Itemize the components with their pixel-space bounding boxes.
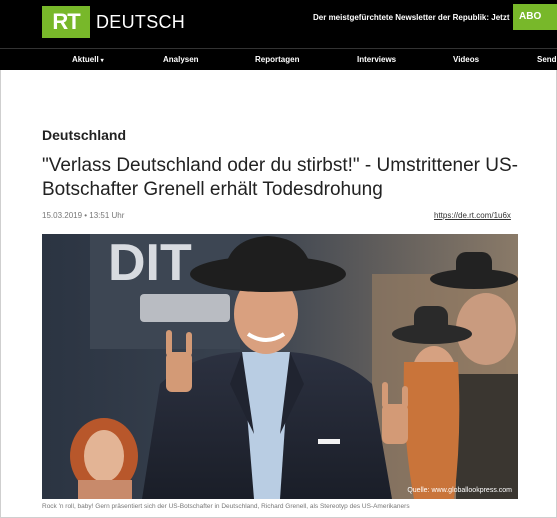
nav-item-label: Aktuell	[72, 55, 99, 64]
site-header: RT DEUTSCH Der meistgefürchtete Newslett…	[0, 0, 557, 48]
section-label[interactable]: Deutschland	[42, 127, 126, 143]
main-nav: Aktuell ▾ Analysen Reportagen Interviews …	[0, 48, 557, 70]
nav-item-reportagen[interactable]: Reportagen	[255, 49, 299, 71]
publish-date: 15.03.2019 • 13:51 Uhr	[42, 211, 125, 220]
photo-illustration: DIT	[42, 234, 518, 499]
photo-caption: Rock 'n roll, baby! Gern präsentiert sic…	[42, 503, 410, 510]
article-photo: DIT Quelle: www.globallookpress.com	[42, 234, 518, 499]
nav-item-videos[interactable]: Videos	[453, 49, 479, 71]
nav-item-aktuell[interactable]: Aktuell ▾	[72, 49, 104, 71]
newsletter-promo[interactable]: Der meistgefürchtete Newsletter der Repu…	[313, 11, 510, 25]
rt-logo[interactable]: RT	[42, 6, 90, 38]
brand-name[interactable]: DEUTSCH	[96, 7, 185, 37]
subscribe-button[interactable]: ABO	[513, 4, 557, 30]
article-title: "Verlass Deutschland oder du stirbst!" -…	[42, 155, 518, 200]
backdrop-sign-text: DIT	[108, 234, 192, 292]
nav-item-sendungen[interactable]: Send	[537, 49, 557, 71]
photo-credit: Quelle: www.globallookpress.com	[407, 487, 512, 494]
short-link[interactable]: https://de.rt.com/1u6x	[434, 211, 511, 220]
nav-item-interviews[interactable]: Interviews	[357, 49, 396, 71]
nav-item-analysen[interactable]: Analysen	[163, 49, 199, 71]
chevron-down-icon: ▾	[100, 58, 104, 64]
